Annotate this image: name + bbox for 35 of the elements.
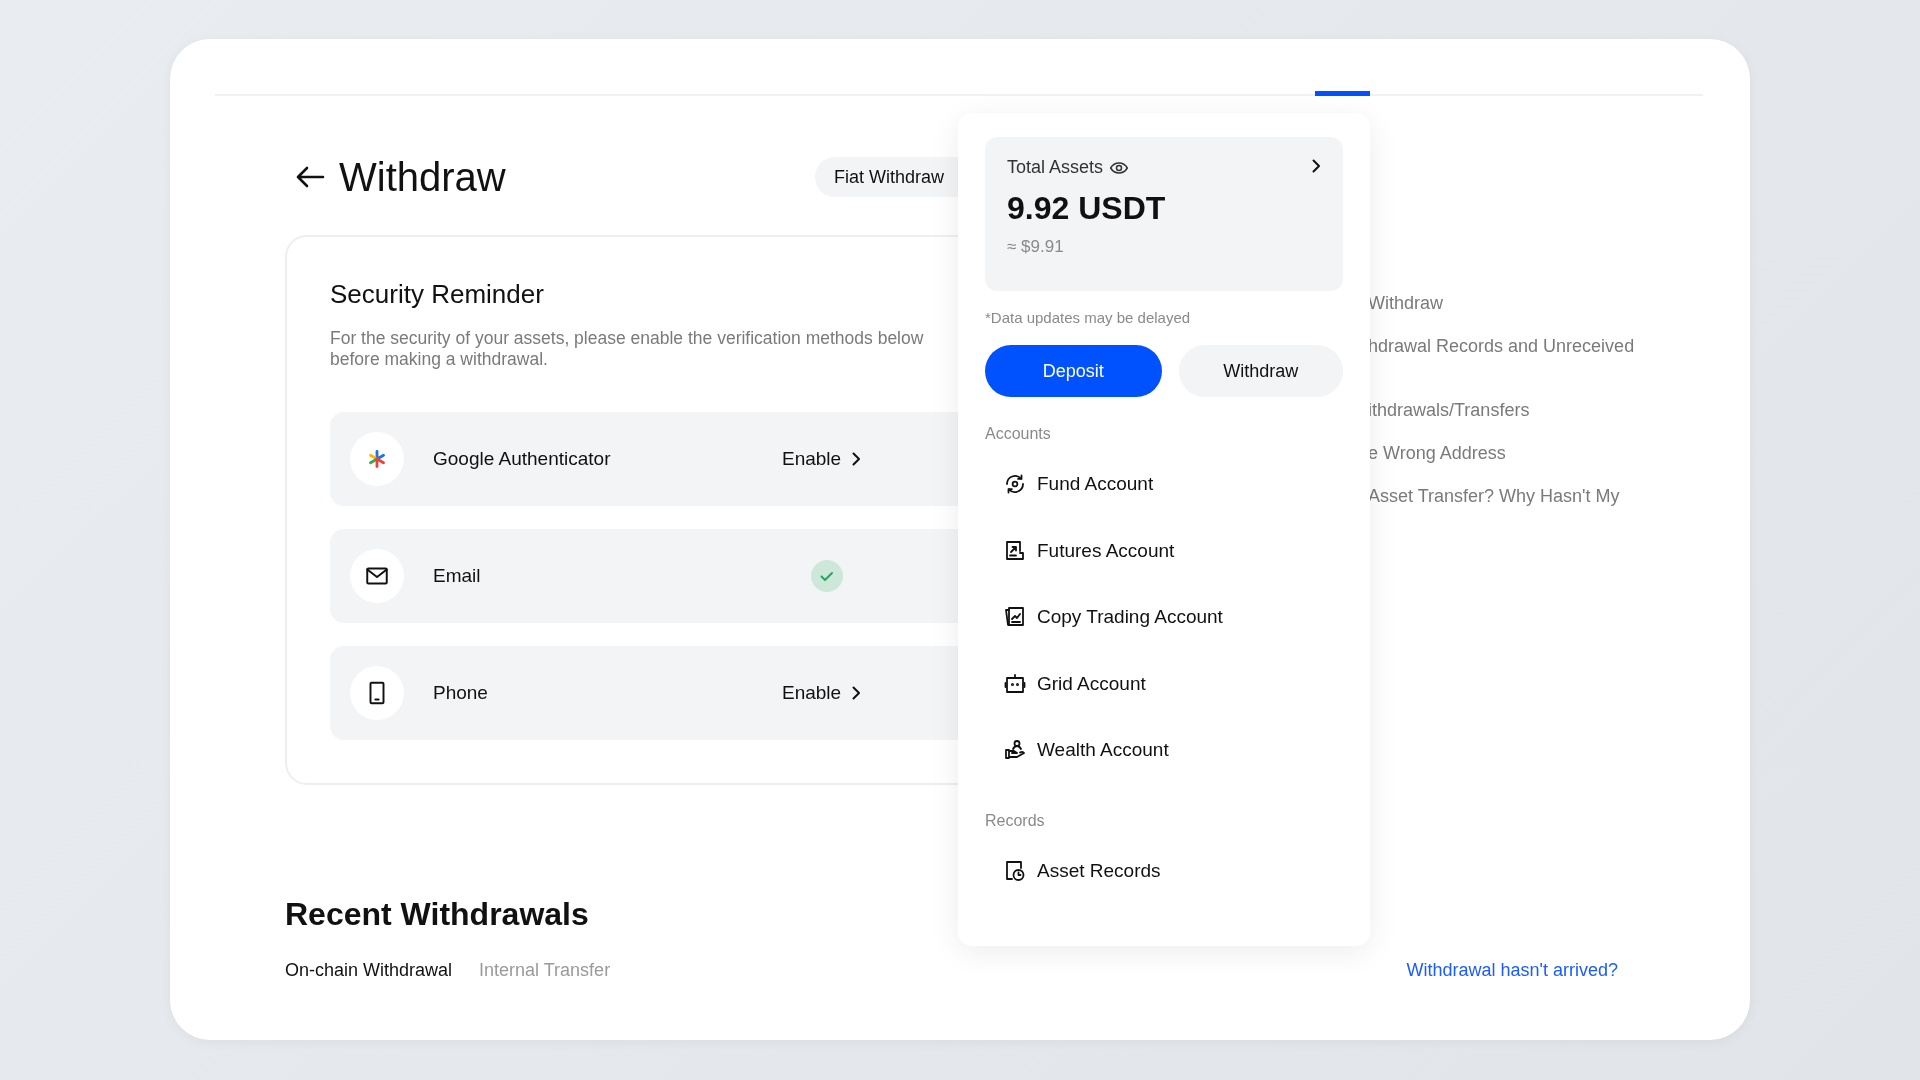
section-heading: Accounts — [985, 425, 1052, 443]
enable-link[interactable]: Enable — [782, 448, 862, 470]
tab-indicator — [1315, 91, 1370, 96]
faq-link[interactable]: hdrawal Records and Unreceived — [1368, 335, 1698, 357]
menu-item-label: Grid Account — [1037, 672, 1146, 695]
robot-box-icon — [1003, 671, 1027, 696]
chevron-right-icon — [851, 686, 862, 700]
delay-note: *Data updates may be delayed — [985, 309, 1192, 326]
method-name: Phone — [433, 682, 489, 704]
deposit-button[interactable]: Deposit — [985, 345, 1162, 397]
section-heading: Records — [985, 811, 1046, 830]
document-clock-icon — [1003, 858, 1027, 883]
method-name: Google Authenticator — [433, 448, 612, 470]
record-tab[interactable]: On-chain Withdrawal — [285, 960, 453, 981]
menu-item-label: Futures Account — [1037, 539, 1175, 562]
card-title: Security Reminder — [330, 279, 545, 310]
withdraw-button[interactable]: Withdraw — [1178, 345, 1343, 397]
help-link[interactable]: Withdrawal hasn't arrived? — [1406, 960, 1618, 981]
faq-link[interactable]: Asset Transfer? Why Hasn't My — [1368, 485, 1698, 507]
card-description: For the security of your assets, please enable the verification methods below before making a withdrawal. — [330, 328, 925, 370]
chevron-right-icon — [1311, 159, 1321, 173]
usd-estimate: ≈ $9.91 — [1007, 237, 1065, 257]
section-title: Recent Withdrawals — [285, 896, 590, 933]
faq-link[interactable]: Withdraw — [1368, 292, 1698, 314]
back-arrow-icon[interactable] — [295, 165, 325, 189]
account-menu-item[interactable]: Asset Records — [985, 837, 1343, 904]
menu-item-label: Fund Account — [1037, 473, 1154, 496]
chevron-right-icon — [851, 452, 862, 466]
enable-link[interactable]: Enable — [782, 682, 862, 704]
menu-item-label: Asset Records — [1037, 859, 1161, 882]
menu-item-label: Wealth Account — [1037, 739, 1169, 762]
method-name: Email — [433, 565, 482, 587]
document-arrow-icon — [1003, 538, 1027, 563]
faq-link[interactable]: ithdrawals/Transfers — [1368, 399, 1698, 421]
page-title: Withdraw — [339, 154, 506, 200]
